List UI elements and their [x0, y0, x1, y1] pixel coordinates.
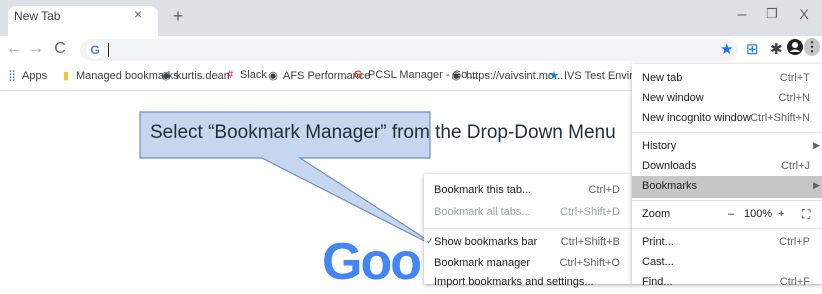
menu-item-shortcut: Ctrl+J — [780, 160, 810, 172]
menu-item-shortcut: Ctrl+Shift+N — [750, 112, 810, 124]
menu-item-label: Bookmark manager — [434, 257, 530, 269]
menu-item-bookmarks[interactable]: Bookmarks ▶ — [632, 176, 822, 198]
menu-item-shortcut: Ctrl+F — [779, 276, 810, 288]
menu-item-zoom: Zoom – 100% + ⛶ — [632, 204, 822, 226]
menu-item-shortcut: Ctrl+Shift+O — [559, 257, 620, 269]
menu-item-shortcut: Ctrl+D — [588, 184, 620, 196]
menu-item-shortcut: Ctrl+Shift+B — [560, 236, 620, 248]
menu-item-import-bookmarks[interactable]: Import bookmarks and settings... — [424, 272, 632, 294]
check-icon: ✓ — [426, 236, 434, 246]
menu-item-new-window[interactable]: New window Ctrl+N — [632, 88, 822, 110]
menu-item-label: Cast... — [642, 256, 674, 268]
menu-item-history[interactable]: History ▶ — [632, 136, 822, 158]
menu-item-label: History — [642, 140, 677, 152]
menu-item-label: Find... — [642, 276, 673, 288]
menu-item-show-bookmarks-bar[interactable]: ✓ Show bookmarks bar Ctrl+Shift+B — [424, 232, 632, 254]
menu-item-new-tab[interactable]: New tab Ctrl+T — [632, 68, 822, 90]
menu-item-shortcut: Ctrl+T — [779, 72, 810, 84]
menu-divider — [632, 200, 822, 201]
menu-item-label: New tab — [642, 72, 683, 84]
menu-item-find[interactable]: Find... Ctrl+F — [632, 272, 822, 294]
zoom-out-button[interactable]: – — [728, 208, 734, 220]
bookmarks-submenu: Bookmark this tab... Ctrl+D Bookmark all… — [424, 174, 632, 288]
menu-item-label: Downloads — [642, 160, 697, 172]
menu-item-cast[interactable]: Cast... — [632, 252, 822, 274]
menu-item-shortcut: Ctrl+N — [778, 92, 810, 104]
chrome-main-menu: New tab Ctrl+T New window Ctrl+N New inc… — [632, 64, 822, 288]
menu-item-label: Import bookmarks and settings... — [434, 276, 594, 288]
menu-item-label: Print... — [642, 236, 674, 248]
menu-item-new-incognito[interactable]: New incognito window Ctrl+Shift+N — [632, 108, 822, 130]
zoom-level: 100% — [744, 208, 773, 220]
menu-item-downloads[interactable]: Downloads Ctrl+J — [632, 156, 822, 178]
zoom-in-button[interactable]: + — [778, 208, 784, 220]
menu-item-label: Bookmark this tab... — [434, 184, 532, 196]
menu-item-label: Bookmarks — [642, 180, 698, 192]
fullscreen-icon[interactable]: ⛶ — [802, 207, 810, 222]
menu-item-shortcut: Ctrl+P — [779, 236, 810, 248]
menu-item-bookmark-all[interactable]: Bookmark all tabs... Ctrl+Shift+D — [424, 202, 632, 224]
menu-item-shortcut: Ctrl+Shift+D — [560, 206, 620, 218]
menu-divider — [632, 228, 822, 229]
menu-divider — [424, 228, 632, 229]
menu-item-print[interactable]: Print... Ctrl+P — [632, 232, 822, 254]
menu-item-label: New incognito window — [642, 112, 751, 124]
callout-text: Select “Bookmark Manager” from the Drop-… — [150, 122, 616, 143]
menu-item-bookmark-tab[interactable]: Bookmark this tab... Ctrl+D — [424, 180, 632, 202]
menu-divider — [632, 132, 822, 133]
submenu-arrow-icon: ▶ — [813, 180, 820, 190]
menu-item-label: New window — [642, 92, 704, 104]
menu-item-label: Bookmark all tabs... — [434, 206, 531, 218]
menu-item-label: Show bookmarks bar — [434, 236, 538, 248]
menu-item-label: Zoom — [642, 208, 671, 220]
submenu-arrow-icon: ▶ — [813, 140, 820, 150]
